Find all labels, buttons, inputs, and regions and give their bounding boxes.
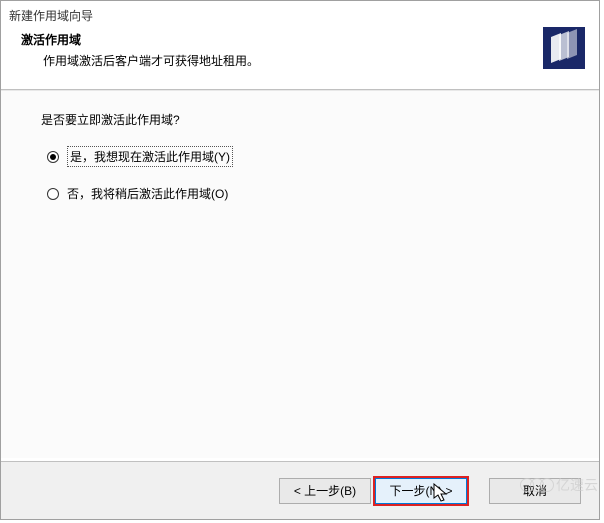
dialog-header: 新建作用域向导 激活作用域 作用域激活后客户端才可获得地址租用。: [1, 1, 599, 89]
radio-option-yes[interactable]: 是，我想现在激活此作用域(Y): [47, 146, 559, 167]
question-text: 是否要立即激活此作用域?: [41, 111, 559, 128]
next-button[interactable]: 下一步(N) >: [375, 478, 467, 504]
radio-label-yes: 是，我想现在激活此作用域(Y): [67, 146, 233, 167]
dialog-footer: < 上一步(B) 下一步(N) > 取消: [1, 461, 599, 519]
radio-option-no[interactable]: 否，我将稍后激活此作用域(O): [47, 185, 559, 202]
radio-button-icon: [47, 151, 59, 163]
radio-label-no: 否，我将稍后激活此作用域(O): [67, 185, 228, 202]
page-subtitle: 作用域激活后客户端才可获得地址租用。: [43, 52, 585, 69]
wizard-name: 新建作用域向导: [9, 7, 93, 24]
watermark: 亿速云: [524, 475, 598, 495]
radio-button-icon: [47, 188, 59, 200]
content-area: 是否要立即激活此作用域? 是，我想现在激活此作用域(Y) 否，我将稍后激活此作用…: [1, 90, 599, 458]
wizard-dialog: 新建作用域向导 激活作用域 作用域激活后客户端才可获得地址租用。 是否要立即激活…: [0, 0, 600, 520]
back-button[interactable]: < 上一步(B): [279, 478, 371, 504]
scope-icon: [543, 27, 585, 69]
page-title: 激活作用域: [21, 31, 585, 48]
watermark-text: 亿速云: [556, 475, 598, 495]
